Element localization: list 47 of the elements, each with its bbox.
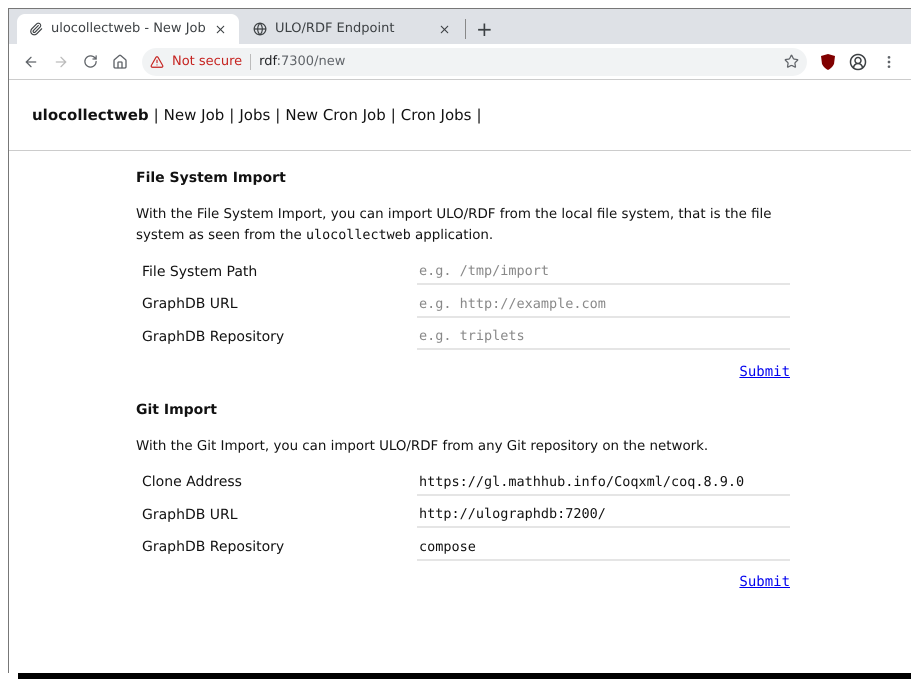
shield-icon[interactable]	[821, 54, 835, 70]
input-field[interactable]: e.g. /tmp/import	[417, 259, 790, 286]
warning-icon	[150, 54, 164, 68]
input-field[interactable]: e.g. triplets	[417, 324, 790, 350]
field-label: GraphDB Repository	[142, 538, 286, 558]
nav-separator: |	[275, 104, 280, 126]
input-field[interactable]: e.g. http://example.com	[417, 292, 790, 318]
paperclip-icon	[29, 22, 43, 36]
profile-icon[interactable]	[849, 52, 867, 70]
tab-title: ulocollectweb - New Job	[51, 20, 206, 38]
nav-separator: |	[229, 104, 234, 126]
bookmark-star-icon[interactable]	[784, 54, 799, 69]
section-description: With the File System Import, you can import ULO/RDF from the local file system, that is the file system as seen from the ulocollectweb application.	[136, 206, 772, 245]
brand-title: ulocollectweb	[32, 104, 149, 126]
tab-title: ULO/RDF Endpoint	[275, 20, 396, 38]
url-text: rdf:7300/new	[259, 52, 346, 71]
section-description: With the Git Import, you can import ULO/RDF from any Git repository on the network.	[136, 438, 710, 456]
globe-icon	[253, 22, 267, 36]
nav-link[interactable]: New Cron Job	[285, 104, 386, 126]
new-tab-button[interactable]: +	[468, 15, 501, 43]
section-heading: Git Import	[136, 400, 218, 420]
field-label: GraphDB Repository	[142, 328, 286, 347]
nav-separator: |	[476, 104, 482, 126]
reload-icon[interactable]	[83, 54, 98, 69]
address-bar[interactable]: Not secure rdf:7300/new	[142, 48, 807, 76]
input-field[interactable]: https://gl.mathhub.info/Coqxml/coq.8.9.0	[417, 470, 790, 496]
submit-link[interactable]: Submit	[739, 572, 790, 593]
security-label: Not secure	[172, 52, 242, 71]
field-label: File System Path	[142, 262, 258, 282]
close-icon[interactable]	[438, 22, 451, 36]
nav-separator: |	[154, 104, 159, 126]
input-field[interactable]: http://ulographdb:7200/	[417, 502, 790, 528]
back-icon[interactable]	[23, 54, 39, 70]
nav-link[interactable]: Cron Jobs	[400, 104, 472, 126]
section-heading: File System Import	[136, 169, 287, 188]
close-icon[interactable]	[214, 22, 227, 36]
submit-link[interactable]: Submit	[739, 362, 790, 382]
field-label: GraphDB URL	[142, 295, 239, 314]
nav-separator: |	[390, 104, 396, 126]
browser-tab[interactable]: ULO/RDF Endpoint	[241, 14, 463, 44]
home-icon[interactable]	[112, 54, 128, 70]
field-label: GraphDB URL	[142, 506, 239, 525]
browser-tab[interactable]: ulocollectweb - New Job	[17, 14, 239, 44]
input-field[interactable]: compose	[417, 534, 790, 561]
nav-link[interactable]: Jobs	[239, 104, 270, 126]
nav-link[interactable]: New Job	[164, 104, 224, 126]
field-label: Clone Address	[142, 473, 243, 492]
